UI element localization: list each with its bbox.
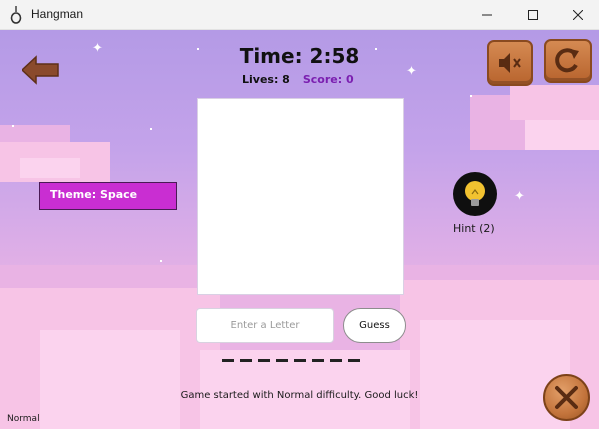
letter-slot [294,359,306,362]
maximize-button[interactable] [510,0,556,30]
star-dot [160,260,162,262]
star-dot [12,125,14,127]
restart-button[interactable] [544,39,592,83]
speaker-muted-icon [499,53,521,73]
letter-slot [258,359,270,362]
guess-button[interactable]: Guess [343,308,406,343]
minimize-button[interactable] [464,0,510,30]
star-decoration: ✦ [514,189,525,204]
close-icon [573,10,583,20]
score-counter: Score: 0 [302,73,354,86]
window-title-bar: Hangman [0,0,599,30]
letter-slot [240,359,252,362]
letter-slot [330,359,342,362]
maximize-icon [528,10,538,20]
letter-slot [348,359,360,362]
background-cloud [40,330,180,429]
crossed-tools-icon [555,386,578,409]
minimize-icon [482,14,492,16]
restart-icon [555,48,579,73]
background-cloud [525,120,599,150]
letter-input[interactable] [196,308,334,343]
lives-counter: Lives: 8 [242,73,290,86]
letter-slot [276,359,288,362]
close-button[interactable] [555,0,599,30]
star-dot [150,128,152,130]
hangman-canvas [197,98,404,295]
star-dot [470,95,472,97]
background-cloud [510,85,599,120]
noose-icon [10,6,22,24]
difficulty-label: Normal [7,414,40,424]
background-cloud [20,158,80,178]
hint-button[interactable] [453,172,497,216]
lightbulb-icon [465,181,485,206]
letter-slot [222,359,234,362]
stats-row: Lives: 8 Score: 0 [242,73,354,86]
mute-button[interactable] [487,40,533,86]
status-message: Game started with Normal difficulty. Goo… [180,390,419,401]
letter-slot [312,359,324,362]
hint-count-label: Hint (2) [453,222,495,235]
game-area: ✦ ✦ ✦ Time: 2:58 Lives: 8 Score: 0 Theme… [0,30,599,429]
quit-game-button[interactable] [543,374,590,421]
word-slots [222,359,360,362]
theme-label: Theme: Space [39,182,177,210]
window-title: Hangman [31,7,84,21]
